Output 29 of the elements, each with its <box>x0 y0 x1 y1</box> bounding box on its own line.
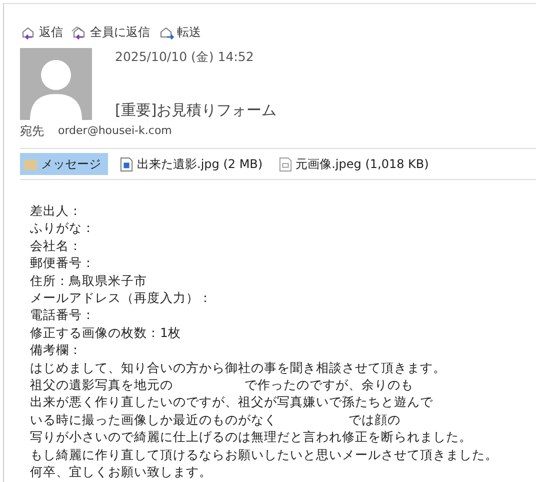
sent-date: 2025/10/10 (金) 14:52 <box>115 49 255 66</box>
body-line: 郵便番号： <box>30 254 96 272</box>
attachment-tab[interactable]: 出来た遺影.jpg (2 MB) <box>116 153 267 175</box>
attachment-tab[interactable]: 元画像.jpeg (1,018 KB) <box>274 153 433 175</box>
body-line: もし綺麗に作り直して頂けるならお願いしたいと思いメールさせて頂きました。 <box>30 446 499 464</box>
toolbar-button[interactable]: 全員に返信 <box>71 22 150 42</box>
body-line: 住所：鳥取県米子市 <box>30 272 148 290</box>
body-line: 写りが小さいので綺麗に仕上げるのは無理だと言われ修正を断られました。 <box>30 428 473 446</box>
to-label: 宛先 <box>20 123 44 140</box>
body-line: 何卒、宜しくお願い致します。 <box>30 463 213 480</box>
body-line: 電話番号： <box>30 306 96 324</box>
subject: [重要]お見積りフォーム <box>115 101 277 120</box>
body-line: はじめまして、知り合いの方から御社の事を聞き相談させて頂きます。 <box>30 358 447 376</box>
recipient-address: order@housei-k.com <box>58 123 172 139</box>
attachment-tab[interactable]: メッセージ <box>20 153 108 175</box>
body-line: 差出人： <box>30 202 83 220</box>
body-line: 修正する画像の枚数：1枚 <box>30 324 182 342</box>
file-icon <box>278 156 292 172</box>
body-line: 出来が悪く作り直したいのですが、祖父が写真嫌いで孫たちと遊んで <box>30 393 434 411</box>
body-line: 備考欄： <box>30 341 83 359</box>
body-line: ふりがな： <box>30 219 96 237</box>
avatar-icon <box>20 48 92 120</box>
body-line: メールアドレス（再度入力）： <box>30 289 213 306</box>
body-line: 会社名： <box>30 236 83 254</box>
body-line: 祖父の遺影写真を地元の で作ったのですが、余りのも <box>30 376 415 394</box>
toolbar-button[interactable]: 返信 <box>20 22 63 42</box>
image-file-icon <box>120 156 133 172</box>
body-line: いる時に撮った画像しか最近のものがなく では顔の <box>30 410 402 428</box>
toolbar-button[interactable]: 転送 <box>158 22 201 42</box>
